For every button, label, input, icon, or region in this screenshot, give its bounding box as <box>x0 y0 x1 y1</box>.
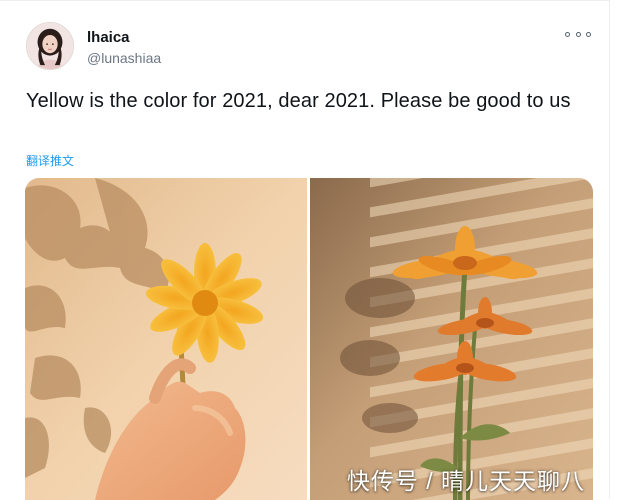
author-display-name[interactable]: lhaica <box>87 29 130 46</box>
translate-tweet-link[interactable]: 翻译推文 <box>26 152 74 169</box>
tweet-card: lhaica @lunashiaa Yellow is the color fo… <box>0 0 610 500</box>
flower-hand-photo <box>25 178 307 500</box>
avatar[interactable] <box>26 22 74 70</box>
watermark-text: 快传号 / 晴儿天天聊八 <box>346 468 585 494</box>
author-handle[interactable]: @lunashiaa <box>87 50 161 66</box>
tweet-text: Yellow is the color for 2021, dear 2021.… <box>26 90 571 112</box>
more-options-button[interactable] <box>565 24 591 44</box>
more-horizontal-icon <box>565 31 570 37</box>
tweet-photo-1[interactable] <box>25 178 307 500</box>
tweet-header: lhaica @lunashiaa <box>26 22 609 72</box>
more-horizontal-icon-dot <box>586 31 591 37</box>
avatar-image <box>27 23 73 69</box>
tweet-photo-2[interactable]: 快传号 / 晴儿天天聊八 <box>310 178 593 500</box>
more-horizontal-icon-dot <box>575 31 581 37</box>
tweet-media-grid: 快传号 / 晴儿天天聊八 <box>25 178 593 500</box>
flowers-window-shadow-photo <box>310 178 593 500</box>
